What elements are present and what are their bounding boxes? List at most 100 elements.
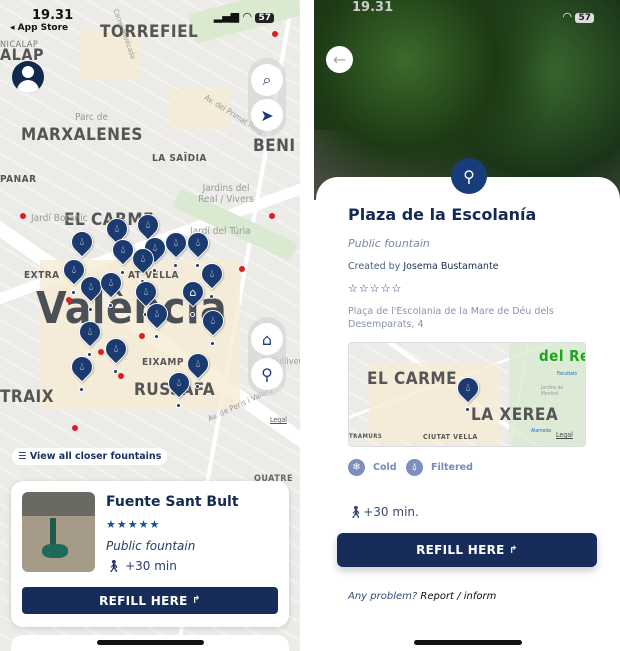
feature-filtered: 💧︎ Filtered [406, 459, 473, 476]
status-icons: ▂▄▆ ◠ 57 [214, 10, 274, 23]
fountain-card[interactable]: Fuente Sant Bult ★★★★★ Public fountain 🚶… [11, 481, 289, 627]
fountain-title: Fuente Sant Bult [106, 494, 239, 510]
walk-time-value: +30 min [125, 559, 177, 573]
search-icon: ⌕ [262, 70, 272, 89]
water-drop-icon: 💧︎ [154, 307, 160, 320]
legal-link[interactable]: Legal [270, 416, 287, 424]
map-label: Jardí Botànic [31, 213, 88, 224]
arrow-left-icon: ← [332, 50, 347, 69]
home-indicator [414, 640, 522, 645]
map-label: Alameda [531, 428, 551, 434]
feature-label: Cold [373, 462, 397, 473]
problem-prefix: Any problem? [348, 591, 418, 602]
pin-location-dot [108, 303, 113, 308]
pin-location-dot [113, 369, 118, 374]
water-drop-icon: 💧︎ [120, 243, 126, 256]
status-bar: 19.31 ◂ App Store ▂▄▆ ◠ 57 [0, 8, 300, 36]
pin-location-dot [195, 384, 200, 389]
map-label: Jardins del Real / Vivers [198, 183, 254, 205]
water-drop-icon: 💧︎ [88, 280, 94, 293]
created-prefix: Created by [348, 261, 401, 272]
pin-location-dot [154, 334, 159, 339]
map-controls-top: ⌕ ➤ [248, 58, 286, 137]
water-drop-icon: 💧︎ [113, 342, 119, 355]
search-button[interactable]: ⌕ [251, 64, 283, 96]
back-button[interactable]: ← [326, 46, 353, 73]
building-icon: ⌂ [189, 285, 197, 299]
fountain-detail-screen: 19.31 ◠ 57 ← ⚲ Plaza de la Escolanía Publ… [314, 0, 620, 651]
view-all-closer-fountains-button[interactable]: ☰ View all closer fountains [12, 448, 168, 465]
rating-stars: ★★★★★ [106, 518, 161, 531]
refill-here-button[interactable]: REFILL HERE ↱ [22, 587, 278, 614]
water-drop-icon: 💧︎ [210, 314, 216, 327]
list-icon: ☰ [18, 451, 30, 462]
report-link[interactable]: Report / inform [420, 591, 496, 602]
wifi-icon: ◠ [563, 10, 572, 23]
pin-location-dot [195, 263, 200, 268]
metro-marker [269, 213, 275, 219]
map-label: Facultats [557, 371, 578, 377]
signal-icon: ▂▄▆ [213, 10, 240, 23]
map-label: NICALAP [0, 40, 39, 50]
map-label: MARXALENES [21, 125, 143, 145]
creator-name[interactable]: Josema Bustamante [403, 261, 498, 272]
map-label: EL CARME [367, 369, 458, 389]
clock: 19.31 [352, 0, 394, 15]
metro-marker [72, 425, 78, 431]
redirect-arrow-icon: ↱ [192, 595, 201, 606]
metro-marker [139, 333, 145, 339]
problem-report: Any problem? Report / inform [348, 591, 496, 602]
water-drop-icon: 💧︎ [176, 376, 182, 389]
water-drop-icon: 💧︎ [195, 236, 201, 249]
metro-marker [66, 297, 72, 303]
metro-marker [239, 266, 245, 272]
refill-here-button[interactable]: REFILL HERE ↱ [337, 533, 597, 567]
map-label: Parc de [75, 112, 109, 123]
fountain-type: Public fountain [106, 539, 196, 553]
water-drop-icon: 💧︎ [145, 218, 151, 231]
refill-label: REFILL HERE [99, 593, 188, 608]
locate-button[interactable]: ➤ [251, 99, 283, 131]
view-all-label: View all closer fountains [29, 451, 162, 462]
fountain-tap-icon: ⚲ [451, 158, 487, 194]
map-label: Jardins de Monfort [541, 385, 564, 397]
water-drop-icon: 💧︎ [195, 357, 201, 370]
pin-location-dot [209, 294, 214, 299]
water-drop-icon: 💧︎ [140, 252, 146, 265]
water-drop-icon: 💧︎ [209, 267, 215, 280]
map-label: TRAIX [0, 387, 55, 407]
walking-icon: 🚶︎ [348, 505, 364, 519]
wifi-icon: ◠ [243, 10, 252, 23]
water-drop-icon: 💧︎ [79, 235, 85, 248]
water-drop-icon: 💧︎ [173, 236, 179, 249]
walk-time: 🚶︎+30 min. [348, 505, 419, 519]
map-label: CIUTAT VELLA [423, 433, 478, 441]
pin-location-dot [210, 341, 215, 346]
water-drop-icon: 💧︎ [79, 360, 85, 373]
battery-icon: 57 [255, 13, 274, 23]
fountain-title: Plaza de la Escolanía [348, 205, 537, 224]
rating-stars[interactable]: ☆☆☆☆☆ [348, 282, 402, 295]
back-app-label: App Store [17, 23, 69, 33]
status-bar: 19.31 ◠ 57 [314, 0, 620, 36]
metro-marker [98, 349, 104, 355]
walking-icon: 🚶︎ [106, 559, 126, 573]
pin-location-dot [176, 403, 181, 408]
refill-label: REFILL HERE [416, 543, 505, 557]
mini-map[interactable]: EL CARME LA XEREA CIUTAT VELLA del Re TR… [348, 342, 586, 447]
map-screen: TORREFIEL ALAP NICALAP MARXALENES LA SAÏ… [0, 0, 300, 651]
pin-location-dot [190, 312, 195, 317]
add-fountain-button[interactable]: ⚲ [251, 358, 283, 390]
walk-time: 🚶︎ +30 min [106, 559, 177, 573]
back-to-app-store[interactable]: ◂ App Store [10, 23, 68, 33]
status-icons: ◠ 57 [563, 10, 594, 23]
profile-avatar-button[interactable] [12, 61, 44, 93]
water-drop-icon: 💧︎ [108, 276, 114, 289]
pin-location-dot [71, 290, 76, 295]
legal-link[interactable]: Legal [556, 431, 573, 439]
clock: 19.31 [32, 8, 74, 23]
add-place-button[interactable]: ⌂ [251, 323, 283, 355]
pin-location-dot [88, 307, 93, 312]
created-by: Created by Josema Bustamante [348, 261, 499, 272]
home-indicator [97, 640, 204, 645]
